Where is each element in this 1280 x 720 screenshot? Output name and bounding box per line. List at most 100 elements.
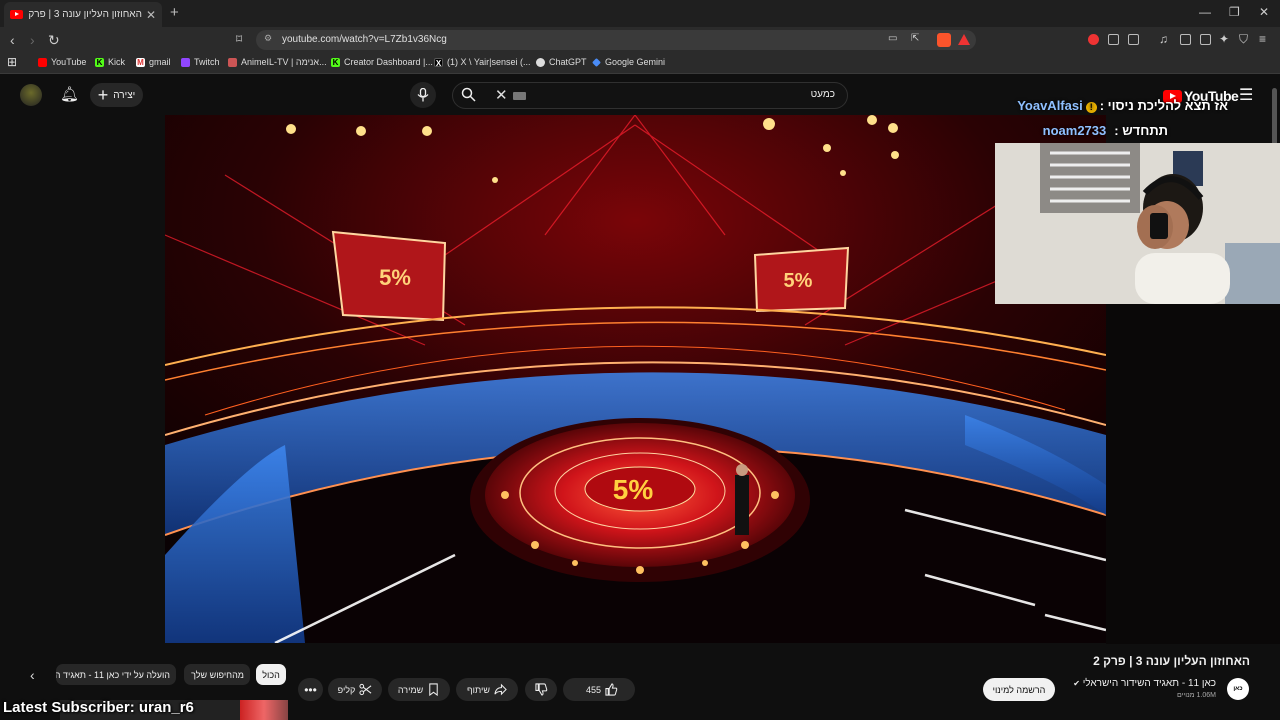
clear-search-icon[interactable]: ✕ <box>495 86 508 104</box>
bookmark-save-icon <box>429 683 438 696</box>
overlay-chat-message-2: תתחדש : noam2733 <box>1043 123 1168 138</box>
bookmark-icon[interactable]: ⌑ <box>236 32 242 46</box>
dislike-button[interactable] <box>525 678 557 701</box>
microphone-icon <box>417 88 429 102</box>
close-tab-icon[interactable]: ✕ <box>146 8 156 22</box>
video-player[interactable]: 5% 5% 5% <box>165 115 1106 643</box>
notifications-bell-icon[interactable]: 🔔︎ <box>60 85 79 103</box>
bookmark-gmail[interactable]: Mgmail <box>136 57 171 67</box>
create-button[interactable]: יצירה + <box>90 83 143 107</box>
channel-name[interactable]: כאן 11 - תאגיד השידור הישראלי ✔ <box>1073 678 1216 689</box>
thumbs-up-icon <box>605 683 618 696</box>
save-label: שמירה <box>397 684 424 695</box>
extension-red-icon[interactable] <box>1088 34 1099 45</box>
save-button[interactable]: שמירה <box>388 678 450 701</box>
chat-badge-icon: ! <box>1085 102 1097 113</box>
search-box[interactable]: ✕ כמעט <box>452 82 848 109</box>
url-field[interactable]: ⚙ youtube.com/watch?v=L7Zb1v36Ncg ▭ ⇱ <box>256 30 976 50</box>
wallet-icon[interactable] <box>1200 34 1211 45</box>
like-count: 455 <box>585 684 602 695</box>
search-icon[interactable] <box>461 87 476 105</box>
scissors-icon <box>359 683 372 696</box>
brave-rewards-icon[interactable] <box>958 34 970 45</box>
chip-from-search[interactable]: מהחיפוש שלך <box>184 664 250 685</box>
browser-tab-bar: האחוזון העליון עונה 3 | פרק 2 - ... ✕ + … <box>0 0 1280 27</box>
search-input[interactable]: כמעט <box>811 89 835 100</box>
back-icon[interactable]: ‹ <box>10 32 15 48</box>
bookmark-youtube[interactable]: YouTube <box>38 57 86 67</box>
chat-username: noam2733 <box>1042 123 1107 138</box>
screen-left: 5% <box>331 230 447 322</box>
related-video-thumbnail[interactable] <box>240 700 288 720</box>
channel-avatar[interactable]: כאן <box>1227 678 1249 700</box>
voice-search-button[interactable] <box>410 82 436 108</box>
bookmark-creator-dashboard[interactable]: K Creator Dashboard |... <box>331 57 433 67</box>
bookmark-kick[interactable]: K Kick <box>95 57 125 67</box>
leo-ai-icon[interactable]: ✦ <box>1219 32 1229 46</box>
brave-shields-icon[interactable] <box>937 33 951 47</box>
subscribe-button[interactable]: הרשמה למינוי <box>983 678 1055 701</box>
video-title: האחוזון העליון עונה 3 | פרק 2 <box>1093 654 1250 668</box>
bookmark-twitch[interactable]: Twitch <box>181 57 220 67</box>
minimize-icon[interactable]: — <box>1199 5 1211 19</box>
url-text: youtube.com/watch?v=L7Zb1v36Ncg <box>282 34 447 45</box>
bookmarks-bar: ⊞ YouTube K Kick Mgmail Twitch AnimeIL-TV… <box>0 53 1280 74</box>
share-label: שיתוף <box>467 684 490 695</box>
share-button[interactable]: שיתוף <box>456 678 518 701</box>
browser-tab[interactable]: האחוזון העליון עונה 3 | פרק 2 - ... ✕ <box>4 2 162 27</box>
restore-icon[interactable]: ❐ <box>1229 5 1240 19</box>
account-avatar[interactable] <box>20 84 42 106</box>
apps-grid-icon[interactable]: ⊞ <box>7 55 17 69</box>
overlay-chat-message-1: אז תצא להליכת ניסוי :!YoavAlfasi <box>1017 98 1228 113</box>
chip-all[interactable]: הכול <box>256 664 286 685</box>
cast-icon[interactable]: ▭ <box>888 33 897 44</box>
screen-right: 5% <box>753 246 850 313</box>
svg-text:5%: 5% <box>379 265 411 290</box>
bookmark-chatgpt[interactable]: ChatGPT <box>536 57 587 67</box>
bookmark-x[interactable]: X (1) X \ Yair|sensei (... <box>434 57 531 68</box>
plus-icon: + <box>97 85 109 105</box>
new-tab-button[interactable]: + <box>170 4 179 21</box>
youtube-favicon-icon <box>10 10 23 19</box>
site-info-icon[interactable]: ⚙ <box>264 33 272 44</box>
tab-title: האחוזון העליון עונה 3 | פרק 2 - ... <box>27 9 142 20</box>
clip-button[interactable]: קליפ <box>328 678 382 701</box>
share-page-icon[interactable]: ⇱ <box>911 33 919 44</box>
close-window-icon[interactable]: ✕ <box>1259 5 1269 19</box>
like-button[interactable]: 455 <box>580 683 618 696</box>
right-panel-background <box>1106 304 1280 644</box>
page-scrollbar[interactable] <box>1272 88 1277 148</box>
reload-icon[interactable]: ↻ <box>48 32 60 49</box>
bookmark-gemini[interactable]: Google Gemini <box>592 57 665 67</box>
forward-icon[interactable]: › <box>30 32 35 48</box>
clip-label: קליפ <box>337 684 356 695</box>
share-icon <box>494 683 507 696</box>
svg-text:5%: 5% <box>613 474 654 505</box>
streamer-webcam <box>995 143 1280 304</box>
create-label: יצירה <box>113 89 136 101</box>
browser-menu-icon[interactable]: ≡ <box>1259 32 1266 46</box>
vpn-shield-icon[interactable]: ⛉ <box>1239 32 1248 47</box>
verified-icon: ✔ <box>1073 679 1080 688</box>
keyboard-icon[interactable] <box>513 92 526 100</box>
address-bar-row: ‹ › ↻ ⌑ ⚙ youtube.com/watch?v=L7Zb1v36Nc… <box>0 27 1280 53</box>
sidebar-icon[interactable] <box>1180 34 1191 45</box>
extension-puzzle-icon[interactable] <box>1108 34 1119 45</box>
guide-menu-icon[interactable]: ☰ <box>1239 85 1253 105</box>
media-icon[interactable]: ♫ <box>1159 32 1168 46</box>
thumbs-down-icon <box>534 683 547 696</box>
chat-message-text: אז תצא להליכת ניסוי : <box>1099 98 1228 113</box>
latest-subscriber-overlay: Latest Subscriber: uran_r6 <box>3 699 194 716</box>
chip-uploaded-by[interactable]: הועלה על ידי כאן 11 - תאגיד ה <box>56 664 176 685</box>
channel-avatar-text: כאן <box>1233 686 1243 692</box>
extension-icon[interactable] <box>1128 34 1139 45</box>
chips-scroll-left-icon[interactable]: ‹ <box>30 667 35 683</box>
video-frame: 5% 5% 5% <box>165 115 1106 643</box>
svg-text:5%: 5% <box>784 270 813 292</box>
like-dislike-group: 455 <box>563 678 635 701</box>
chat-username: YoavAlfasi <box>1017 98 1083 113</box>
more-dots-icon: ••• <box>304 682 317 697</box>
bookmark-animeil[interactable]: AnimeIL-TV | אנימה... <box>228 57 327 67</box>
more-actions-button[interactable]: ••• <box>298 678 323 701</box>
chat-message-text: תתחדש : <box>1114 123 1168 138</box>
